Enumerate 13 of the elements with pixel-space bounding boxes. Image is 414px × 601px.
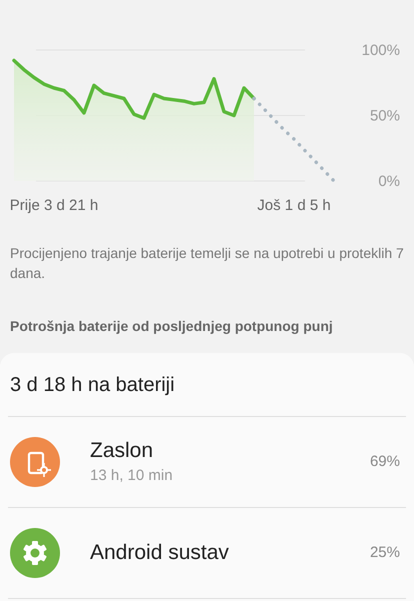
usage-percent: 25% — [370, 542, 400, 563]
app-name: Android sustav — [90, 540, 230, 566]
section-title: Potrošnja baterije od posljednjeg potpunog punj — [9, 317, 334, 336]
usage-time: 13 h, 10 min — [90, 466, 174, 486]
usage-percent: 69% — [370, 452, 400, 472]
axis-label: Prije 3 d 21 h — [10, 197, 98, 214]
axis-label: 100% — [362, 42, 400, 59]
app-name: Zaslon — [90, 438, 154, 464]
axis-label: Još 1 d 5 h — [257, 197, 331, 214]
axis-label: 0% — [378, 173, 400, 190]
axis-label: 50% — [370, 108, 400, 124]
card-title: 3 d 18 h na bateriji — [10, 372, 175, 398]
info-text: Procijenjeno trajanje baterije temelji se na upotrebi u proteklih 7 dana. — [9, 244, 405, 283]
